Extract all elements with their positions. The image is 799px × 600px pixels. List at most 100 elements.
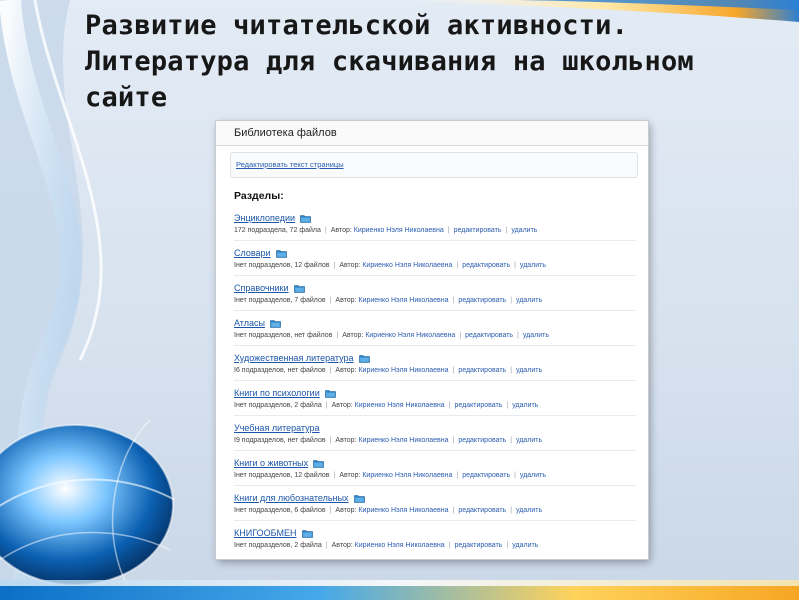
folder-info: І9 подразделов, нет файлов [234,437,326,444]
folder-meta: І6 подразделов, нет файлов | Автор: Кириен… [234,367,636,374]
folder-link[interactable]: Справочники [234,283,289,293]
author-link[interactable]: Кириенко Нэля Николаевна [358,437,448,444]
edit-folder-link[interactable]: редактировать [455,402,503,409]
folder-link[interactable]: Учебная литература [234,423,320,433]
separator: | [510,367,513,374]
separator: | [452,367,455,374]
author-link[interactable]: Кириенко Нэля Николаевна [355,402,445,409]
edit-folder-link[interactable]: редактировать [462,472,510,479]
edit-folder-link[interactable]: редактировать [462,262,510,269]
separator: | [514,262,516,269]
separator: | [452,297,455,304]
separator: | [329,367,332,374]
separator: | [506,542,509,549]
slide-title: Развитие читательской активности. Литера… [85,8,765,116]
delete-folder-link[interactable]: удалить [516,507,542,514]
author-label: Автор: [339,262,361,269]
separator: | [448,542,451,549]
folder-name-row: Книги для любознательных [234,491,636,505]
folder-meta: Інет подразделов, 7 файлов | Автор: Кириен… [234,297,636,304]
author-link[interactable]: Кириенко Нэля Николаевна [365,332,455,339]
folder-name-row: Энциклопедии [234,211,636,225]
folder-item: КНИГООБМЕН Інет подразделов, 2 файла | Авто… [234,521,636,556]
separator: | [325,542,328,549]
folder-meta: Інет подразделов, 2 файла | Автор: Кириенк… [234,402,636,409]
folder-link[interactable]: Книги по психологии [234,388,320,398]
edit-folder-link[interactable]: редактировать [465,332,513,339]
separator: | [447,227,450,234]
folder-link[interactable]: Энциклопедии [234,213,295,223]
folder-meta: Інет подразделов, нет файлов | Автор: Кири… [234,332,636,339]
separator: | [329,297,332,304]
slide-title-line-2: Литература для скачивания на школьном [85,46,694,77]
edit-folder-link[interactable]: редактировать [458,437,506,444]
edit-page-box: Редактировать текст страницы [230,152,638,178]
edit-folder-link[interactable]: редактировать [458,297,506,304]
folder-name-row: Справочники [234,281,636,295]
delete-folder-link[interactable]: удалить [523,332,549,339]
author-label: Автор: [330,227,352,234]
author-link[interactable]: Кириенко Нэля Николаевна [358,297,448,304]
folder-icon [301,529,313,538]
author-label: Автор: [331,402,353,409]
folder-icon [358,354,370,363]
folder-item: Энциклопедии 172 подраздела, 72 файла | Авт… [234,206,636,241]
separator: | [505,227,508,234]
separator: | [333,472,336,479]
edit-folder-link[interactable]: редактировать [458,507,506,514]
folder-info: Інет подразделов, 2 файла [234,402,322,409]
delete-folder-link[interactable]: удалить [516,437,542,444]
edit-folder-link[interactable]: редактировать [455,542,503,549]
delete-folder-link[interactable]: удалить [512,402,538,409]
separator: | [452,437,455,444]
folder-info: Інет подразделов, нет файлов [234,332,333,339]
folder-name-row: Книги о животных [234,456,636,470]
folder-item: Атласы Інет подразделов, нет файлов | Автор… [234,311,636,346]
separator: | [329,507,332,514]
folder-link[interactable]: Атласы [234,318,265,328]
separator: | [329,437,332,444]
folder-info: Інет подразделов, 6 файлов [234,507,326,514]
separator: | [452,507,455,514]
folder-name-row: Учебная литература [234,421,636,435]
slide-title-line-3: сайте [85,82,168,113]
separator: | [510,437,513,444]
folder-item: Книги по психологии Інет подразделов, 2 ф… [234,381,636,416]
delete-folder-link[interactable]: удалить [516,297,542,304]
edit-page-link[interactable]: Редактировать текст страницы [236,160,344,169]
author-link[interactable]: Кириенко Нэля Николаевна [358,507,448,514]
folder-info: І6 подразделов, нет файлов [234,367,326,374]
folder-meta: Інет подразделов, 12 файлов | Автор: Кирие… [234,262,636,269]
edit-folder-link[interactable]: редактировать [458,367,506,374]
slide-title-line-1: Развитие читательской активности. [85,10,629,41]
bottom-color-bar [0,586,799,600]
author-link[interactable]: Кириенко Нэля Николаевна [362,472,452,479]
folder-link[interactable]: Книги для любознательных [234,493,349,503]
separator: | [456,262,459,269]
author-link[interactable]: Кириенко Нэля Николаевна [354,227,444,234]
file-library-screenshot: Библиотека файлов Редактировать текст ст… [216,121,648,559]
folder-icon [270,319,281,328]
folder-link[interactable]: Художественная литература [234,353,354,363]
delete-folder-link[interactable]: удалить [512,542,538,549]
delete-folder-link[interactable]: удалить [516,367,542,374]
delete-folder-link[interactable]: удалить [511,227,537,234]
author-link[interactable]: Кириенко Нэля Николаевна [355,542,445,549]
author-link[interactable]: Кириенко Нэля Николаевна [358,367,448,374]
folder-info: Інет подразделов, 2 файла [234,542,322,549]
delete-folder-link[interactable]: удалить [520,472,546,479]
delete-folder-link[interactable]: удалить [520,262,546,269]
folder-icon [300,214,311,223]
author-link[interactable]: Кириенко Нэля Николаевна [362,262,452,269]
folder-name-row: Словари [234,246,636,260]
author-label: Автор: [335,297,357,304]
folder-link[interactable]: Словари [234,248,271,258]
separator: | [510,507,513,514]
folder-link[interactable]: КНИГООБМЕН [234,528,297,538]
edit-folder-link[interactable]: редактировать [454,227,502,234]
folder-info: Інет подразделов, 12 файлов [234,262,330,269]
folder-link[interactable]: Книги о животных [234,458,308,468]
folder-info: Інет подразделов, 7 файлов [234,297,326,304]
folder-item: Справочники Інет подразделов, 7 файлов | Ав… [234,276,636,311]
folder-icon [313,459,324,468]
